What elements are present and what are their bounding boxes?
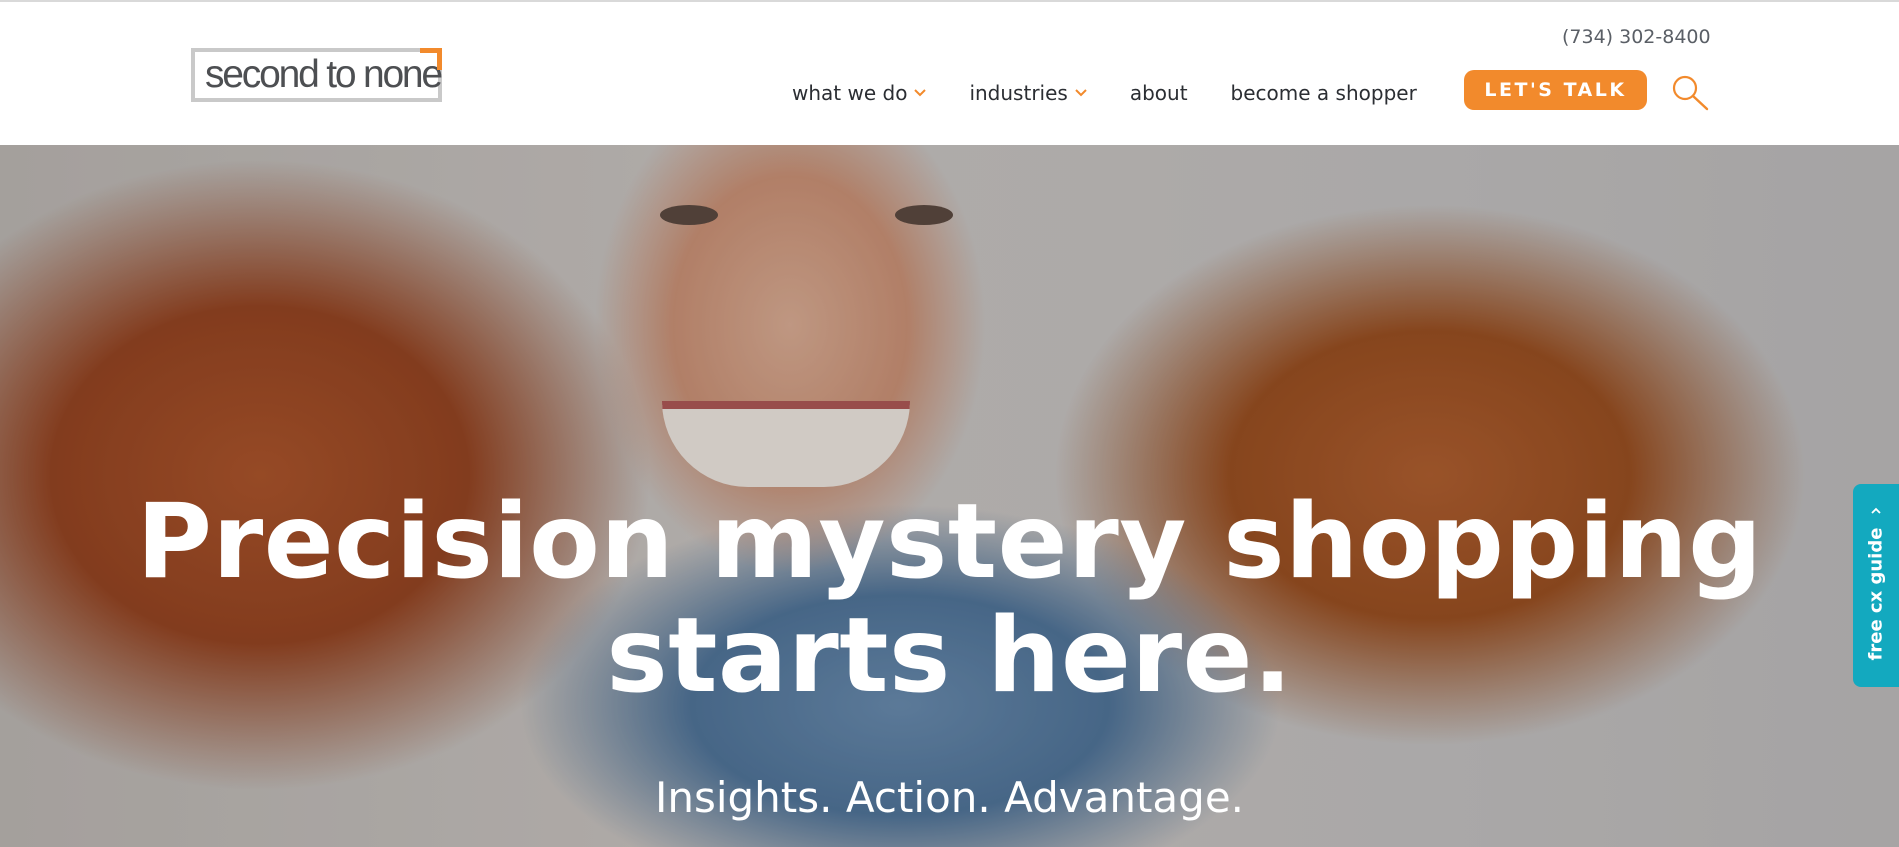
logo[interactable]: second to none (191, 48, 443, 102)
nav-label: what we do (792, 81, 908, 105)
hero-section: Precision mystery shopping starts here. … (0, 145, 1899, 847)
lets-talk-button[interactable]: LET'S TALK (1464, 70, 1647, 110)
site-header: second to none (734) 302-8400 what we do… (0, 2, 1899, 145)
nav-item-become-a-shopper[interactable]: become a shopper (1231, 81, 1417, 105)
logo-text: second to none (205, 53, 443, 96)
chevron-down-icon (914, 89, 927, 97)
free-cx-guide-tab[interactable]: free cx guide (1853, 484, 1899, 687)
nav-label: industries (969, 81, 1068, 105)
nav-item-what-we-do[interactable]: what we do (792, 81, 927, 105)
nav-label: about (1129, 81, 1188, 105)
hero-title: Precision mystery shopping starts here. (136, 482, 1763, 716)
phone-number[interactable]: (734) 302-8400 (1562, 26, 1711, 48)
nav-item-about[interactable]: about (1130, 81, 1188, 105)
nav-label: become a shopper (1230, 81, 1417, 105)
nav-item-industries[interactable]: industries (969, 81, 1087, 105)
main-nav: what we do industries about become a sho… (792, 76, 1417, 110)
chevron-down-icon (1075, 89, 1087, 97)
hero-subtitle: Insights. Action. Advantage. (654, 773, 1245, 822)
chevron-up-icon (1871, 507, 1881, 514)
logo-corner-mark (420, 48, 442, 70)
search-icon[interactable] (1670, 73, 1710, 111)
side-tab-label: free cx guide (1865, 527, 1887, 661)
